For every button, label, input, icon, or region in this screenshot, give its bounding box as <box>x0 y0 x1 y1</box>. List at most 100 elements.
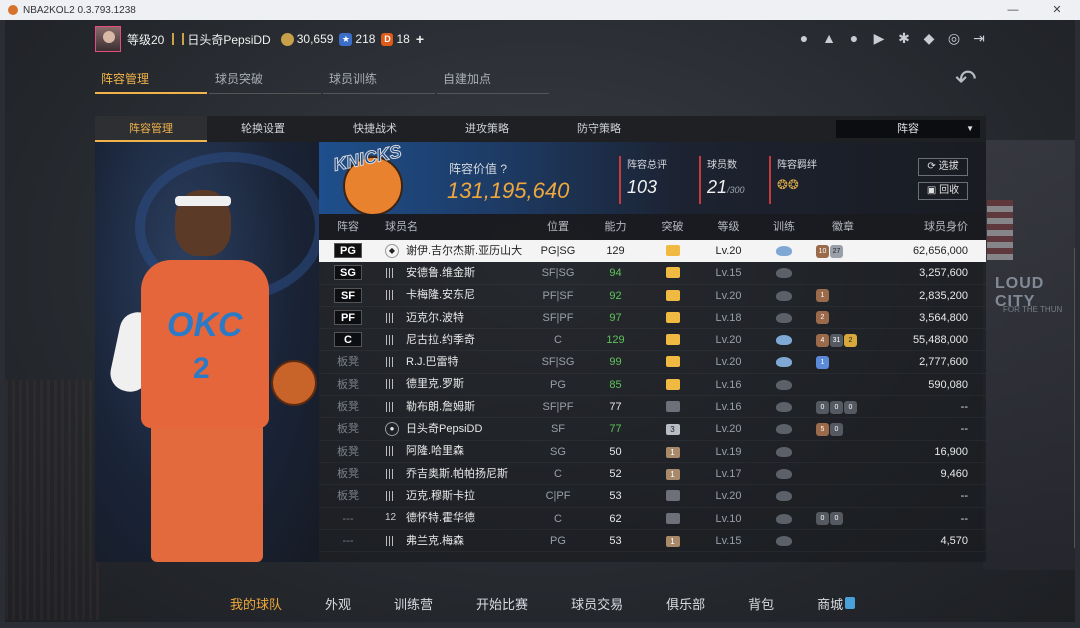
crown-icon <box>665 378 680 390</box>
training-shield-icon <box>776 357 792 368</box>
table-row[interactable]: SG 安德鲁.维金斯 SF|SG 94 Lv.15 3,257,600 <box>319 262 986 285</box>
player-ability: 92 <box>609 289 622 302</box>
nav-trade[interactable]: 球员交易 <box>571 594 623 613</box>
nav-shop[interactable]: 商城 <box>817 594 856 613</box>
scrollbar[interactable] <box>1074 248 1075 548</box>
bell-icon[interactable]: ▲ <box>821 30 837 46</box>
table-row[interactable]: 板凳 阿隆.哈里森 SG 50 1 Lv.19 16,900 <box>319 441 986 463</box>
table-row[interactable]: --- 12 德怀特.霍华德 C 62 Lv.10 00 -- <box>319 508 986 530</box>
header-badges: 徽章 <box>832 221 854 233</box>
lineup-dropdown[interactable]: 阵容 ▼ <box>836 120 980 138</box>
header-training: 训练 <box>773 221 795 233</box>
player-value: 3,564,800 <box>919 311 968 324</box>
breakthrough-level-icon: 1 <box>665 535 680 547</box>
nav-start-game[interactable]: 开始比赛 <box>476 594 528 613</box>
tab-player-training[interactable]: 球员训练 <box>323 70 435 94</box>
subtab-offense[interactable]: 进攻策略 <box>431 116 543 142</box>
player-number-icon: 12 <box>385 512 397 524</box>
nav-appearance[interactable]: 外观 <box>325 594 351 613</box>
recycle-button[interactable]: ▣ 回收 <box>918 182 968 200</box>
training-shield-icon <box>776 468 792 479</box>
header-value: 球员身价 <box>924 221 968 233</box>
shield-icon[interactable]: ◆ <box>921 30 937 46</box>
badge-icon: 2 <box>844 333 857 347</box>
player-position: PG <box>550 534 566 547</box>
player-name: 德里克.罗斯 <box>406 378 465 391</box>
badge-icon: 0 <box>816 400 829 414</box>
table-row[interactable]: 板凳 R.J.巴雷特 SF|SG 99 Lv.20 2,777,600 <box>319 351 986 374</box>
bond-label: 阵容羁绊 <box>777 160 817 171</box>
table-row[interactable]: 板凳 勒布朗.詹姆斯 SF|PF 77 Lv.16 000 -- <box>319 396 986 419</box>
player-value: -- <box>960 512 968 525</box>
player-value: 2,777,600 <box>919 356 968 369</box>
table-row[interactable]: PG ◆ 谢伊.吉尔杰斯.亚历山大 PG|SG 129 Lv.20 10 27 62… <box>319 240 986 263</box>
subtab-quick-tactics[interactable]: 快捷战术 <box>319 116 431 142</box>
player-ability: 99 <box>609 356 622 369</box>
friends-icon[interactable]: ● <box>846 30 862 46</box>
nav-my-team[interactable]: 我的球队 <box>230 594 282 613</box>
player-position: C <box>554 334 562 347</box>
rank-icon <box>172 33 185 45</box>
table-row[interactable]: --- 弗兰克.梅森 PG 53 1 Lv.15 4,570 <box>319 530 986 553</box>
bond-stat: 阵容羁绊 ❂❂ <box>769 156 817 204</box>
close-icon[interactable]: ✕ <box>1034 0 1080 20</box>
video-icon[interactable]: ▶ <box>871 30 887 46</box>
main-tabs: 阵容管理 球员突破 球员训练 自建加点 <box>95 70 551 94</box>
nav-training-camp[interactable]: 训练营 <box>394 594 433 613</box>
exit-icon[interactable]: ⇥ <box>971 30 987 46</box>
coin-icon <box>280 32 294 46</box>
training-shield-icon <box>776 491 792 502</box>
profile-icon[interactable]: ● <box>796 30 812 46</box>
player-ability: 129 <box>606 245 625 257</box>
signal-bars-icon <box>385 401 397 412</box>
crown-icon <box>665 267 680 279</box>
basketball <box>271 360 317 406</box>
player-position: SF|PF <box>542 401 574 414</box>
training-shield-icon <box>776 335 792 346</box>
table-row[interactable]: 板凳 迈克.穆斯卡拉 C|PF 53 Lv.20 -- <box>319 485 986 508</box>
player-ability: 97 <box>609 311 622 324</box>
subtab-rotation[interactable]: 轮换设置 <box>207 116 319 142</box>
headset-icon[interactable]: ◎ <box>946 30 962 46</box>
tab-lineup-management[interactable]: 阵容管理 <box>95 70 207 94</box>
add-currency-button[interactable]: + <box>416 31 424 47</box>
tab-custom-points[interactable]: 自建加点 <box>437 70 549 94</box>
table-row[interactable]: 板凳 德里克.罗斯 PG 85 Lv.16 590,080 <box>319 374 986 397</box>
player-name: 勒布朗.詹姆斯 <box>406 400 476 413</box>
player-value: 2,835,200 <box>919 289 968 302</box>
back-arrow-icon[interactable]: ↶ <box>955 64 977 95</box>
user-bar: 等级20 日头奇PepsiDD 30,659 ★ 218 D 18 + <box>95 26 424 52</box>
player-jersey: OKC 2 <box>141 260 269 428</box>
nav-backpack[interactable]: 背包 <box>748 594 774 613</box>
nav-club[interactable]: 俱乐部 <box>666 594 705 613</box>
user-name: 日头奇PepsiDD <box>187 32 271 47</box>
table-row[interactable]: C 尼古拉.约季奇 C 129 Lv.20 4 31 21 55,488,000 <box>319 329 986 369</box>
minimize-icon[interactable]: — <box>990 0 1036 20</box>
subtab-defense[interactable]: 防守策略 <box>543 116 655 142</box>
header-pos: 位置 <box>547 221 569 233</box>
training-shield-icon <box>776 246 792 256</box>
select-button[interactable]: ⟳ 选拔 <box>918 158 968 176</box>
tab-player-breakthrough[interactable]: 球员突破 <box>209 70 321 94</box>
signal-bars-icon <box>385 535 397 546</box>
player-value: -- <box>960 490 968 503</box>
player-value: 16,900 <box>934 445 968 458</box>
player-name: 德怀特.霍华德 <box>406 512 476 525</box>
signal-bars-icon <box>385 468 397 479</box>
table-row[interactable]: 板凳 ● 日头奇PepsiDD SF 77 3 Lv.20 50 -- <box>319 418 986 441</box>
jersey-text: OKC <box>167 306 243 344</box>
window-title: NBA2KOL2 0.3.793.1238 <box>23 4 136 16</box>
avatar[interactable] <box>95 26 121 52</box>
training-shield-icon <box>776 312 792 323</box>
gear-icon[interactable]: ✱ <box>896 30 912 46</box>
player-name: R.J.巴雷特 <box>406 356 459 369</box>
table-row[interactable]: SF 卡梅隆.安东尼 PF|SF 92 Lv.20 1 2,835,200 <box>319 285 986 307</box>
table-row[interactable]: PF 迈克尔.波特 SF|PF 97 Lv.18 2 3,564,800 <box>319 307 986 330</box>
player-level: Lv.20 <box>715 245 742 257</box>
table-row[interactable]: 板凳 乔吉奥斯.帕帕扬尼斯 C 52 1 Lv.17 9,460 <box>319 463 986 486</box>
player-level: Lv.10 <box>715 512 742 525</box>
subtab-lineup[interactable]: 阵容管理 <box>95 116 207 142</box>
badge-icon: 0 <box>816 512 829 526</box>
crown-icon <box>665 490 680 502</box>
bond-icon: ❂❂ <box>777 177 799 192</box>
